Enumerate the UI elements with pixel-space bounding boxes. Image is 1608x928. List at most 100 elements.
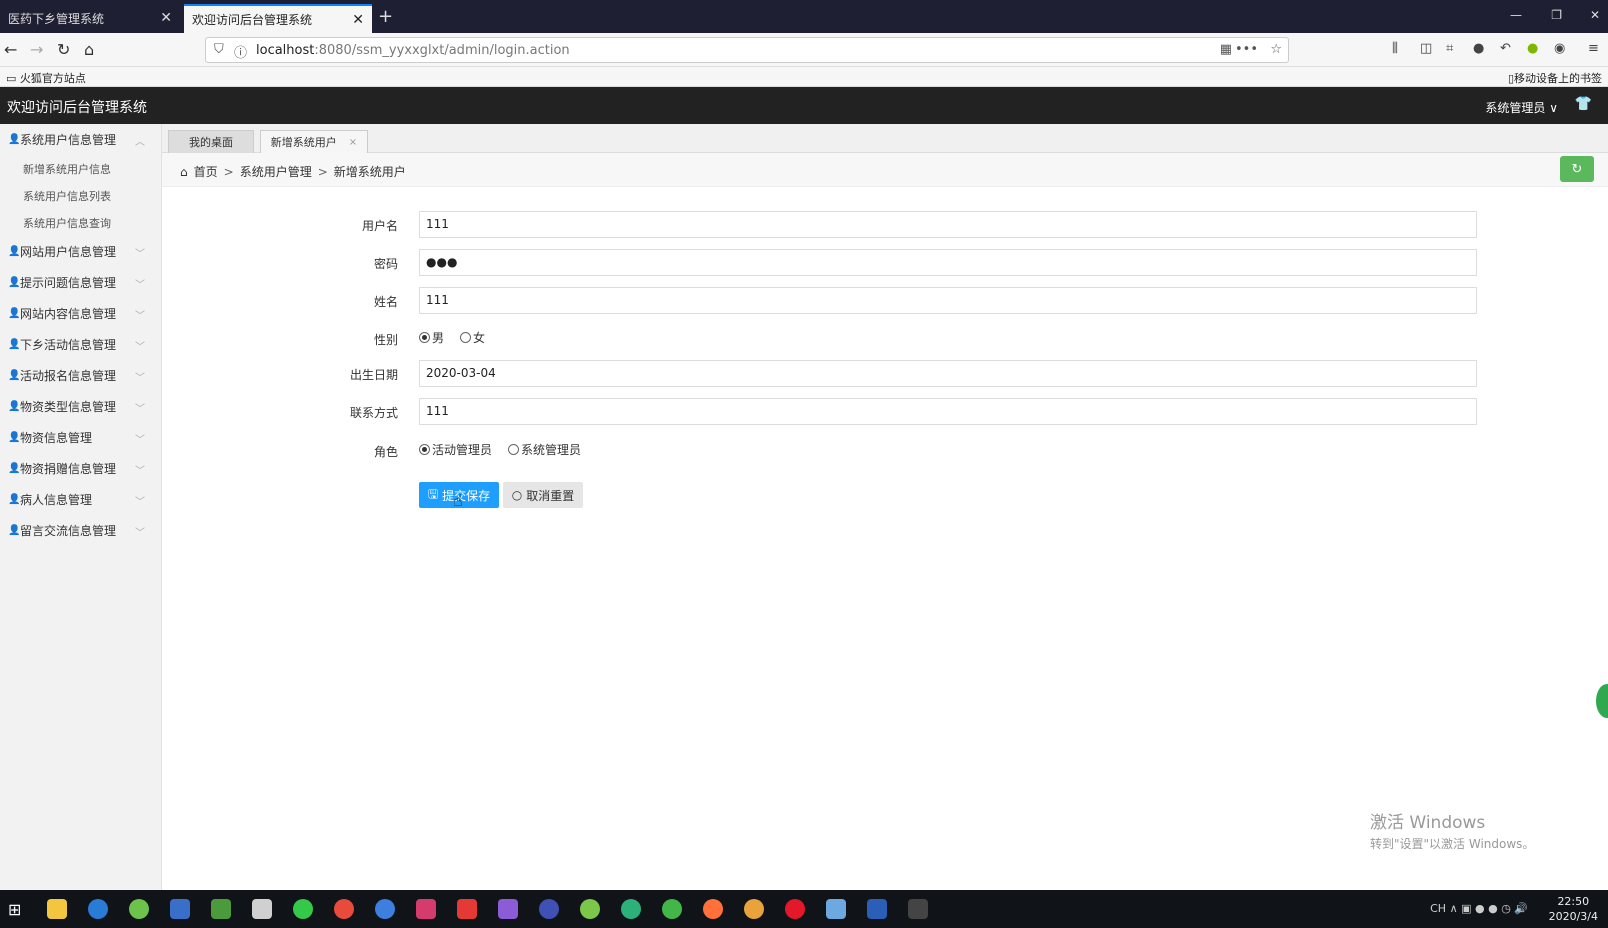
sidebar-group-donations[interactable]: 👤 物资捐赠信息管理 ﹀ — [0, 453, 161, 484]
chevron-down-icon: ﹀ — [135, 528, 145, 539]
minimize-icon[interactable]: — — [1510, 8, 1522, 22]
system-tray[interactable]: CH ∧ ▣ ● ● ◷ 🔊 — [1430, 902, 1528, 915]
sidebar-group-messages[interactable]: 👤 留言交流信息管理 ﹀ — [0, 515, 161, 546]
sidebar-group-supply-types[interactable]: 👤 物资类型信息管理 ﹀ — [0, 391, 161, 422]
browser-tab-1[interactable]: 医药下乡管理系统 ✕ — [0, 4, 180, 33]
role-radio-system-admin[interactable]: 系统管理员 — [508, 441, 581, 458]
file-explorer-icon[interactable] — [47, 899, 67, 919]
url-bar[interactable]: ⛉ ⓘ localhost:8080/ssm_yyxxglxt/admin/lo… — [205, 37, 1289, 63]
sidebar-group-content[interactable]: 👤 网站内容信息管理 ﹀ — [0, 298, 161, 329]
star-icon[interactable]: ☆ — [1270, 42, 1282, 57]
word-icon[interactable] — [867, 899, 887, 919]
birthday-input[interactable]: 2020-03-04 — [419, 360, 1477, 387]
sidebar-group-label: 提示问题信息管理 — [20, 276, 117, 290]
chevron-down-icon: ﹀ — [135, 311, 145, 322]
breadcrumb-home[interactable]: 首页 — [194, 163, 218, 180]
tab-desktop[interactable]: 我的桌面 — [168, 130, 254, 153]
menu-icon[interactable]: ≡ — [1588, 41, 1599, 56]
sidebar-group-patients[interactable]: 👤 病人信息管理 ﹀ — [0, 484, 161, 515]
gender-radio-female[interactable]: 女 — [460, 329, 485, 346]
more-icon[interactable]: ••• — [1235, 42, 1258, 57]
form-row-password: 密码 ●●● — [162, 249, 1608, 277]
opera-icon[interactable] — [785, 899, 805, 919]
clock[interactable]: 22:50 2020/3/4 — [1549, 894, 1598, 924]
visual-studio-icon[interactable] — [498, 899, 518, 919]
close-icon[interactable]: ✕ — [160, 10, 172, 26]
firefox-icon[interactable] — [703, 899, 723, 919]
browser-navbar: ← → ↻ ⌂ ⛉ ⓘ localhost:8080/ssm_yyxxglxt/… — [0, 33, 1608, 67]
sidebar-group-supplies[interactable]: 👤 物资信息管理 ﹀ — [0, 422, 161, 453]
sidebar-group-activities[interactable]: 👤 下乡活动信息管理 ﹀ — [0, 329, 161, 360]
role-radio-activity-admin[interactable]: 活动管理员 — [419, 441, 492, 458]
sidebar-group-questions[interactable]: 👤 提示问题信息管理 ﹀ — [0, 267, 161, 298]
chrome-icon[interactable] — [334, 899, 354, 919]
form-row-name: 姓名 111 — [162, 287, 1608, 315]
user-icon: 👤 — [8, 370, 21, 381]
close-icon[interactable]: ✕ — [352, 12, 364, 28]
browser-tab-2[interactable]: 欢迎访问后台管理系统 ✕ — [184, 4, 372, 33]
floating-assistant-icon[interactable] — [1596, 684, 1608, 718]
mobile-bookmarks[interactable]: ▯移动设备上的书签 — [1508, 70, 1602, 86]
back-icon[interactable]: ← — [4, 40, 17, 59]
sidebar-item-user-query[interactable]: 系统用户信息查询 — [0, 209, 161, 236]
app-icon[interactable] — [662, 899, 682, 919]
browser-icon[interactable] — [88, 899, 108, 919]
user-menu[interactable]: 系统管理员 ∨ — [1485, 99, 1558, 116]
gender-radio-male[interactable]: 男 — [419, 329, 444, 346]
add-user-form: 用户名 111 密码 ●●● 姓名 111 性别 男 女 出生日期 2020-0… — [162, 187, 1608, 890]
ide-icon[interactable] — [416, 899, 436, 919]
watermark-line1: 激活 Windows — [1370, 813, 1486, 833]
eclipse-icon[interactable] — [539, 899, 559, 919]
wechat-icon[interactable] — [293, 899, 313, 919]
breadcrumb-separator: > — [317, 164, 328, 179]
tools-icon[interactable] — [252, 899, 272, 919]
app-icon[interactable] — [826, 899, 846, 919]
app-icon[interactable] — [211, 899, 231, 919]
skin-icon[interactable]: 👕 — [1575, 96, 1592, 112]
radio-dot — [419, 332, 430, 343]
home-icon[interactable]: ⌂ — [84, 40, 94, 59]
qr-code-icon[interactable]: ▦ — [1220, 42, 1232, 57]
chat-icon[interactable]: ● — [1473, 41, 1484, 56]
tab-add-user-label: 新增系统用户 — [270, 136, 337, 149]
reset-button[interactable]: ○ 取消重置 — [503, 482, 583, 508]
tab-close-icon[interactable]: × — [349, 137, 357, 148]
new-tab-button[interactable]: + — [378, 6, 393, 27]
tab-add-user[interactable]: 新增系统用户 × — [260, 130, 368, 153]
password-input[interactable]: ●●● — [419, 249, 1477, 276]
breadcrumb-level1[interactable]: 系统用户管理 — [240, 163, 312, 180]
window-close-icon[interactable]: ✕ — [1590, 8, 1600, 22]
user-icon: 👤 — [8, 463, 21, 474]
sidebar-group-web-users[interactable]: 👤 网站用户信息管理 ﹀ — [0, 236, 161, 267]
browser-icon[interactable] — [375, 899, 395, 919]
sidebar-icon[interactable]: ◫ — [1420, 41, 1432, 56]
app-icon[interactable] — [580, 899, 600, 919]
sidebar-group-system-users[interactable]: 👤 系统用户信息管理 ︿ — [0, 124, 161, 155]
app-icon[interactable] — [621, 899, 641, 919]
library-icon[interactable]: ⫼ — [1392, 41, 1398, 56]
app-icon[interactable] — [457, 899, 477, 919]
undo-icon[interactable]: ↶ — [1500, 41, 1511, 56]
account-icon[interactable]: ◉ — [1554, 41, 1565, 56]
app-icon[interactable] — [129, 899, 149, 919]
app-icon[interactable] — [908, 899, 928, 919]
screenshot-icon[interactable]: ⌗ — [1446, 41, 1453, 56]
app-icon[interactable] — [170, 899, 190, 919]
refresh-button[interactable]: ↻ — [1560, 156, 1594, 182]
info-icon[interactable]: ⓘ — [234, 42, 247, 61]
sidebar-item-add-user[interactable]: 新增系统用户信息 — [0, 155, 161, 182]
name-input[interactable]: 111 — [419, 287, 1477, 314]
windows-start-icon[interactable]: ⊞ — [8, 900, 21, 919]
role-label: 角色 — [373, 445, 398, 459]
username-input[interactable]: 111 — [419, 211, 1477, 238]
sidebar-group-signups[interactable]: 👤 活动报名信息管理 ﹀ — [0, 360, 161, 391]
reload-icon[interactable]: ↻ — [57, 40, 70, 59]
chrome-icon[interactable] — [744, 899, 764, 919]
contact-input[interactable]: 111 — [419, 398, 1477, 425]
role-system-admin-label: 系统管理员 — [521, 443, 582, 457]
sidebar-item-user-list[interactable]: 系统用户信息列表 — [0, 182, 161, 209]
restore-icon[interactable]: ❐ — [1551, 8, 1562, 22]
bookmark-folder[interactable]: ▭ 火狐官方站点 — [6, 70, 86, 86]
forward-icon[interactable]: → — [30, 40, 43, 59]
extension-icon[interactable]: ● — [1527, 41, 1538, 56]
